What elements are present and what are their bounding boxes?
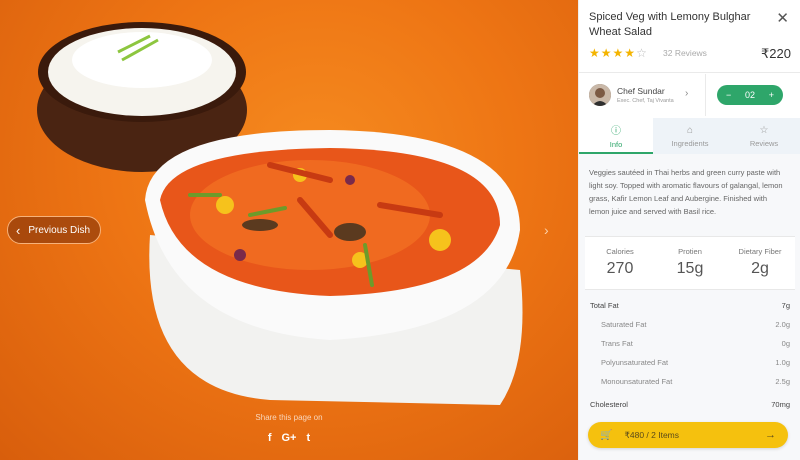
fact-label: Saturated Fat	[601, 320, 647, 329]
info-icon: ⓘ	[611, 125, 621, 137]
nutrition-value: 2g	[751, 260, 769, 277]
info-content: Veggies sautéed in Thai herbs and green …	[579, 154, 800, 460]
fact-value: 2.0g	[775, 320, 790, 329]
tab-info-label: Info	[609, 139, 623, 149]
fact-row: Cholesterol 70mg	[579, 395, 800, 414]
dish-price: ₹220	[761, 46, 791, 61]
fact-row: Saturated Fat 2.0g	[579, 315, 800, 334]
rating-stars: ★★★★☆	[589, 46, 648, 60]
fact-label: Cholesterol	[590, 400, 628, 409]
facebook-icon[interactable]: f	[268, 432, 272, 444]
google-plus-icon[interactable]: G+	[282, 432, 297, 444]
tab-ingredients-label: Ingredients	[671, 138, 709, 148]
nutrition-fiber: Dietary Fiber 2g	[725, 237, 795, 289]
fact-value: 2.5g	[775, 377, 790, 386]
fact-row: Total Fat 7g	[579, 296, 800, 315]
quantity-value: 02	[744, 90, 755, 100]
detail-tabs: ⓘ Info ⌂ Ingredients ☆ Reviews	[579, 118, 800, 154]
chef-avatar[interactable]	[589, 84, 611, 106]
dish-description: Veggies sautéed in Thai herbs and green …	[589, 168, 783, 216]
next-dish-chevron-icon[interactable]: ›	[544, 222, 549, 238]
quantity-stepper[interactable]: − 02 +	[717, 85, 783, 105]
fact-label: Monounsaturated Fat	[601, 377, 673, 386]
dish-title: Spiced Veg with Lemony Bulghar Wheat Sal…	[589, 11, 751, 38]
previous-dish-label: Previous Dish	[28, 224, 91, 236]
dish-detail-panel: Spiced Veg with Lemony Bulghar Wheat Sal…	[578, 0, 800, 460]
chevron-right-icon[interactable]: ›	[685, 88, 688, 99]
decrease-quantity-button[interactable]: −	[726, 90, 731, 100]
increase-quantity-button[interactable]: +	[769, 90, 774, 100]
fact-row: Trans Fat 0g	[579, 334, 800, 353]
nutrition-summary: Calories 270 Protien 15g Dietary Fiber 2…	[585, 236, 795, 290]
chef-name[interactable]: Chef Sundar	[617, 86, 665, 96]
previous-dish-button[interactable]: ‹ Previous Dish	[7, 216, 102, 244]
twitter-icon[interactable]: t	[306, 432, 310, 444]
nutrition-facts: Total Fat 7g Saturated Fat 2.0g Trans Fat 0…	[579, 296, 800, 414]
share-label: Share this page on	[255, 413, 323, 422]
cart-button[interactable]: 🛒 ₹480 / 2 Items →	[588, 422, 788, 448]
chef-title: Exec. Chef, Taj Vivanta	[617, 98, 674, 104]
star-filled-icon: ★	[612, 46, 625, 60]
star-empty-icon: ☆	[636, 46, 648, 60]
fact-value: 1.0g	[775, 358, 790, 367]
star-filled-icon: ★	[624, 46, 637, 60]
star-filled-icon: ★	[600, 46, 613, 60]
fact-label: Trans Fat	[601, 339, 633, 348]
share-icons: f G+ t	[0, 432, 578, 444]
chevron-left-icon: ‹	[16, 222, 21, 238]
star-filled-icon: ★	[589, 46, 601, 60]
tab-ingredients[interactable]: ⌂ Ingredients	[653, 118, 727, 154]
arrow-right-icon: →	[765, 429, 776, 441]
nutrition-protein: Protien 15g	[655, 237, 725, 289]
reviews-count[interactable]: 32 Reviews	[663, 48, 707, 58]
cart-summary: ₹480 / 2 Items	[624, 429, 679, 440]
cart-icon: 🛒	[600, 429, 613, 441]
nutrition-label: Dietary Fiber	[738, 247, 782, 256]
tab-info[interactable]: ⓘ Info	[579, 118, 653, 154]
fact-label: Polyunsaturated Fat	[601, 358, 669, 367]
fact-value: 7g	[781, 301, 790, 310]
ingredients-icon: ⌂	[686, 124, 694, 136]
fact-value: 70mg	[771, 400, 790, 409]
fact-row: Monounsaturated Fat 2.5g	[579, 372, 800, 391]
nutrition-value: 15g	[676, 260, 704, 277]
star-icon: ☆	[759, 124, 769, 136]
nutrition-calories: Calories 270	[585, 237, 655, 289]
close-icon[interactable]: ✕	[776, 9, 789, 27]
divider	[705, 74, 706, 116]
tab-reviews[interactable]: ☆ Reviews	[727, 118, 800, 154]
nutrition-value: 270	[606, 260, 634, 277]
fact-label: Total Fat	[590, 301, 619, 310]
fact-value: 0g	[781, 339, 790, 348]
fact-row: Polyunsaturated Fat 1.0g	[579, 353, 800, 372]
nutrition-label: Protien	[678, 247, 702, 256]
nutrition-label: Calories	[606, 247, 634, 256]
dish-hero-image: ‹ Previous Dish › Share this page on f G…	[0, 0, 578, 460]
tab-reviews-label: Reviews	[749, 138, 779, 148]
divider	[579, 72, 800, 73]
